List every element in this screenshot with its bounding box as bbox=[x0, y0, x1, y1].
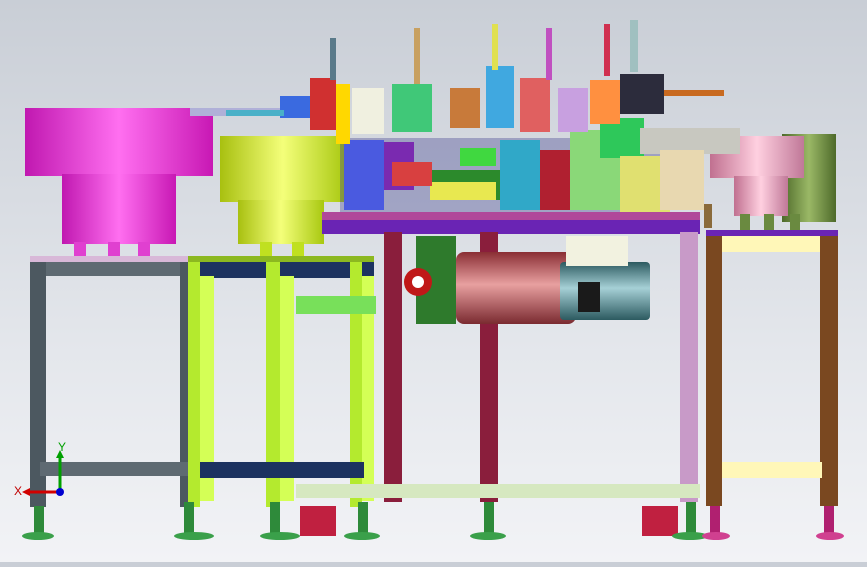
y-axis-label: Y bbox=[58, 440, 67, 454]
leveling-feet bbox=[22, 502, 844, 540]
green-frame bbox=[188, 256, 376, 507]
x-axis-label: X bbox=[14, 484, 23, 498]
cad-viewport[interactable]: X Y bbox=[0, 0, 867, 562]
axis-triad-icon bbox=[22, 450, 64, 496]
right-brown-frame bbox=[706, 230, 838, 506]
axis-triad: X Y bbox=[14, 440, 84, 510]
yellow-bowl-feeder bbox=[220, 136, 346, 256]
machine-assembly-drawing bbox=[22, 20, 844, 540]
